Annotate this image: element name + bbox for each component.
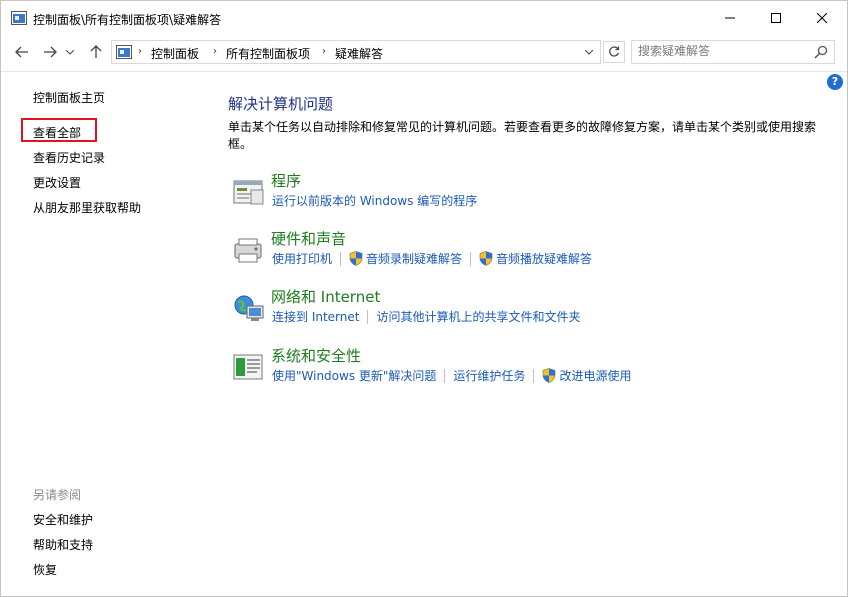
back-button[interactable] (11, 41, 33, 63)
category-title[interactable]: 硬件和声音 (271, 228, 346, 249)
use-printer-link[interactable]: 使用打印机 (272, 250, 332, 267)
security-maintenance-link[interactable]: 安全和维护 (33, 511, 93, 528)
refresh-button[interactable] (603, 41, 625, 63)
up-arrow-icon (90, 45, 102, 58)
search-icon[interactable] (814, 45, 828, 59)
forward-arrow-icon (44, 46, 57, 58)
category-links: 使用打印机 音频录制疑难解答 音频播放疑难解答 (272, 250, 592, 267)
power-usage-link[interactable]: 改进电源使用 (542, 367, 631, 384)
help-icon[interactable]: ? (827, 74, 843, 90)
audio-recording-label: 音频录制疑难解答 (366, 252, 463, 266)
link-separator (340, 251, 342, 266)
network-icon (234, 295, 264, 321)
back-arrow-icon (15, 46, 28, 58)
category-title[interactable]: 系统和安全性 (271, 345, 361, 366)
maximize-icon (771, 13, 781, 23)
breadcrumb-all-items[interactable]: 所有控制面板项 (226, 45, 310, 62)
uac-shield-icon (349, 251, 363, 266)
breadcrumb-troubleshooting[interactable]: 疑难解答 (335, 45, 383, 62)
control-panel-icon (11, 11, 27, 25)
audio-playback-label: 音频播放疑难解答 (496, 252, 593, 266)
recent-locations-button[interactable] (63, 41, 77, 63)
forward-button[interactable] (39, 41, 61, 63)
window-title: 控制面板\所有控制面板项\疑难解答 (33, 13, 222, 27)
maximize-button[interactable] (753, 1, 799, 35)
link-separator (470, 251, 472, 266)
title-bar: 控制面板\所有控制面板项\疑难解答 (1, 1, 847, 35)
get-help-from-friend-link[interactable]: 从朋友那里获取帮助 (33, 199, 141, 216)
windows-update-link[interactable]: 使用"Windows 更新"解决问题 (272, 367, 436, 384)
audio-recording-link[interactable]: 音频录制疑难解答 (349, 250, 462, 267)
help-support-link[interactable]: 帮助和支持 (33, 536, 93, 553)
search-box[interactable] (631, 40, 835, 64)
chevron-right-icon: › (322, 46, 326, 57)
view-history-link[interactable]: 查看历史记录 (33, 149, 105, 166)
page-title: 解决计算机问题 (228, 95, 334, 113)
category-title[interactable]: 程序 (271, 170, 301, 191)
recovery-link[interactable]: 恢复 (33, 561, 57, 578)
uac-shield-icon (543, 368, 556, 383)
close-button[interactable] (799, 1, 845, 35)
chevron-down-icon (66, 49, 74, 55)
close-icon (817, 13, 827, 23)
category-title[interactable]: 网络和 Internet (271, 286, 380, 307)
minimize-icon (725, 17, 735, 19)
category-links: 使用"Windows 更新"解决问题 运行维护任务 改进电源使用 (272, 367, 631, 384)
audio-playback-link[interactable]: 音频播放疑难解答 (479, 250, 592, 267)
minimize-button[interactable] (707, 1, 753, 35)
view-all-link[interactable]: 查看全部 (33, 124, 81, 141)
toolbar-divider (1, 71, 847, 72)
chevron-down-icon (585, 49, 593, 55)
category-links: 运行以前版本的 Windows 编写的程序 (272, 192, 477, 209)
breadcrumb-control-panel[interactable]: 控制面板 (151, 45, 199, 62)
page-description: 单击某个任务以自动排除和修复常见的计算机问题。若要查看更多的故障修复方案，请单击… (228, 120, 817, 151)
refresh-icon (609, 46, 620, 57)
chevron-right-icon: › (213, 46, 217, 57)
power-usage-label: 改进电源使用 (559, 369, 632, 383)
system-security-icon (233, 354, 263, 380)
address-bar[interactable]: › 控制面板 › 所有控制面板项 › 疑难解答 (111, 40, 601, 64)
see-also-heading: 另请参阅 (33, 488, 82, 502)
link-separator (367, 309, 369, 324)
link-separator (444, 368, 446, 383)
change-settings-link[interactable]: 更改设置 (33, 174, 81, 191)
control-panel-home-link[interactable]: 控制面板主页 (33, 89, 105, 106)
category-links: 连接到 Internet 访问其他计算机上的共享文件和文件夹 (272, 308, 580, 325)
search-input[interactable] (638, 44, 808, 58)
programs-icon (233, 180, 264, 205)
chevron-right-icon: › (138, 46, 142, 57)
maintenance-tasks-link[interactable]: 运行维护任务 (453, 367, 525, 384)
link-separator (533, 368, 535, 383)
control-panel-window: 控制面板\所有控制面板项\疑难解答 › 控制面板 › 所有控制面板项 › 疑难解… (0, 0, 848, 597)
address-dropdown-button[interactable] (582, 45, 596, 59)
run-old-programs-link[interactable]: 运行以前版本的 Windows 编写的程序 (272, 192, 477, 209)
connect-internet-link[interactable]: 连接到 Internet (272, 308, 359, 325)
navigation-bar: › 控制面板 › 所有控制面板项 › 疑难解答 (1, 35, 847, 69)
up-button[interactable] (85, 41, 107, 63)
control-panel-icon (116, 45, 132, 59)
hardware-sound-icon (234, 238, 262, 263)
shared-folders-link[interactable]: 访问其他计算机上的共享文件和文件夹 (376, 308, 580, 325)
uac-shield-icon (479, 251, 493, 266)
